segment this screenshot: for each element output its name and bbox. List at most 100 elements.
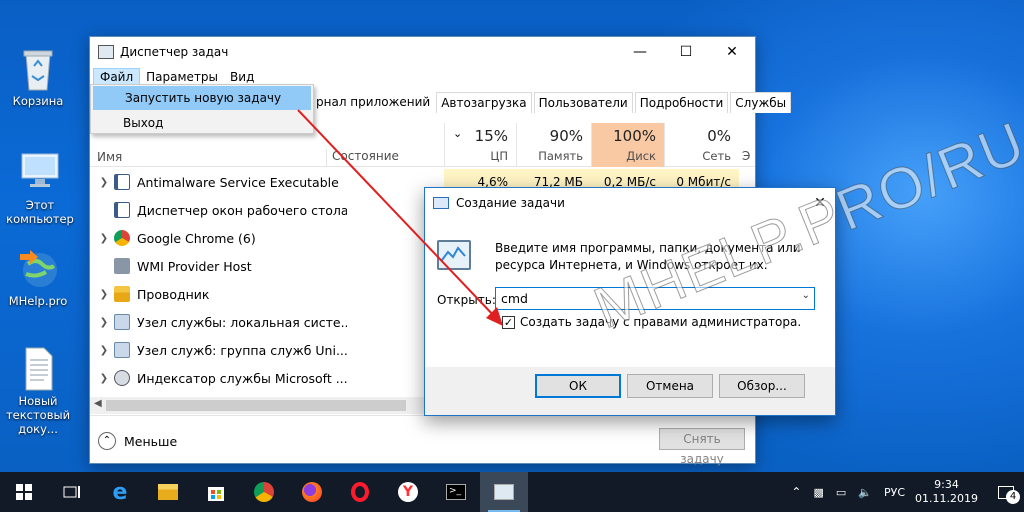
folder-icon [114,286,130,302]
column-network[interactable]: 0% Сеть [664,123,739,167]
network-label: Сеть [702,149,731,163]
expand-chevron-icon[interactable]: ❯ [94,373,114,384]
maximize-button[interactable]: ☐ [663,37,709,67]
store-icon [208,487,224,501]
clock-time: 9:34 [934,478,959,491]
desktop-icon-this-pc[interactable]: Этот компьютер [0,150,80,226]
text-document-icon [16,346,60,391]
column-cpu[interactable]: ⌄ 15% ЦП [444,123,516,167]
scrollbar-thumb[interactable] [106,400,406,411]
system-tray: ⌃ ▩ ▭ 🔈 РУС 9:34 01.11.2019 4 [791,472,1024,512]
input-language[interactable]: РУС [884,486,905,499]
expand-chevron-icon[interactable]: ❯ [94,289,114,300]
taskbar-firefox[interactable] [288,472,336,512]
tab-details[interactable]: Подробности [634,92,729,113]
sort-chevron-icon: ⌄ [453,127,463,140]
clock[interactable]: 9:34 01.11.2019 [915,478,978,506]
task-manager-titlebar[interactable]: Диспетчер задач — ☐ ✕ [90,37,755,67]
window-manager-icon [114,202,130,218]
cpu-label: ЦП [490,149,508,163]
menu-item-run-new-task[interactable]: Запустить новую задачу [93,86,311,110]
task-view-icon [63,486,80,498]
fewer-details-label: Меньше [124,433,178,449]
edge-icon: e [112,479,128,505]
tab-users[interactable]: Пользователи [533,92,633,113]
taskbar-store[interactable] [192,472,240,512]
chevron-down-icon[interactable]: ⌄ [802,290,810,301]
column-disk[interactable]: 100% Диск [591,123,664,167]
menu-item-exit[interactable]: Выход [91,111,313,135]
search-indexer-icon [114,370,130,386]
wmi-icon [114,258,130,274]
task-manager-icon [98,45,114,59]
process-name: Проводник [137,286,210,302]
fewer-details-link[interactable]: ⌃ Меньше [98,432,177,450]
chrome-icon [254,482,274,502]
column-state[interactable]: Состояние [326,149,399,167]
folder-icon [158,484,178,500]
column-extra[interactable]: Э [742,149,750,163]
recycle-bin-icon [16,46,60,91]
expand-chevron-icon[interactable]: ❯ [94,345,114,356]
expand-chevron-icon[interactable]: ❯ [94,177,114,188]
taskbar-edge[interactable]: e [96,472,144,512]
disk-label: Диск [626,149,656,163]
process-name: WMI Provider Host [137,258,252,274]
menu-view[interactable]: Вид [224,69,260,85]
taskbar-cmd[interactable]: >_ [432,472,480,512]
desktop-icon-recycle-bin[interactable]: Корзина [0,46,76,108]
admin-checkbox[interactable]: ✓ [502,315,515,329]
process-name: Antimalware Service Executable [137,174,339,190]
tab-services[interactable]: Службы [730,92,792,113]
volume-icon[interactable]: 🔈 [858,486,872,499]
open-label: Открыть: [437,293,496,307]
process-name: Узел служб: группа служб Uni... [137,342,347,358]
taskbar-opera[interactable] [336,472,384,512]
column-memory[interactable]: 90% Память [516,123,591,167]
windows-logo-icon [16,484,32,500]
tab-app-history[interactable]: рнал приложений [312,92,435,113]
desktop-icon-mhelp[interactable]: MHelp.pro [0,246,76,308]
taskbar-explorer[interactable] [144,472,192,512]
close-button[interactable]: ✕ [709,37,755,67]
menu-options[interactable]: Параметры [140,69,224,85]
cancel-button[interactable]: Отмена [627,374,713,398]
task-view-button[interactable] [48,472,96,512]
disk-percent: 100% [613,127,656,145]
file-menu-dropdown: Запустить новую задачу Выход [90,84,314,134]
taskbar-chrome[interactable] [240,472,288,512]
memory-percent: 90% [549,127,583,145]
open-input-value[interactable]: cmd [501,291,528,306]
battery-icon[interactable]: ▭ [836,486,846,499]
taskbar-task-manager[interactable] [480,472,528,512]
process-name: Индексатор службы Microsoft ... [137,370,347,386]
browse-button[interactable]: Обзор... [719,374,805,398]
console-icon: >_ [446,484,466,500]
scroll-left-icon[interactable]: ◀ [94,398,102,409]
task-manager-title: Диспетчер задач [120,45,229,59]
process-name: Google Chrome (6) [137,230,256,246]
horizontal-scrollbar[interactable]: ◀ [90,397,430,414]
clock-date: 01.11.2019 [915,492,978,505]
chrome-icon [114,230,130,246]
dialog-title: Создание задачи [456,196,565,210]
service-window-icon [114,174,130,190]
expand-chevron-icon[interactable]: ❯ [94,233,114,244]
opera-icon [351,482,369,502]
run-icon [433,197,449,209]
network-percent: 0% [707,127,731,145]
computer-icon [18,150,62,194]
ok-button[interactable]: ОК [535,374,621,398]
network-icon[interactable]: ▩ [813,486,823,499]
chevron-up-icon[interactable]: ⌃ [791,485,801,499]
minimize-button[interactable]: — [617,37,663,67]
expand-chevron-icon[interactable]: ❯ [94,317,114,328]
action-center-button[interactable]: 4 [988,472,1024,512]
tab-startup[interactable]: Автозагрузка [436,92,532,113]
start-button[interactable] [0,472,48,512]
column-name[interactable]: Имя [97,150,122,164]
taskbar-yandex[interactable]: Y [384,472,432,512]
desktop-icon-label: Новый текстовый доку... [5,394,71,436]
desktop-icon-new-text-doc[interactable]: Новый текстовый доку... [0,346,76,436]
end-task-button[interactable]: Снять задачу [659,428,745,466]
